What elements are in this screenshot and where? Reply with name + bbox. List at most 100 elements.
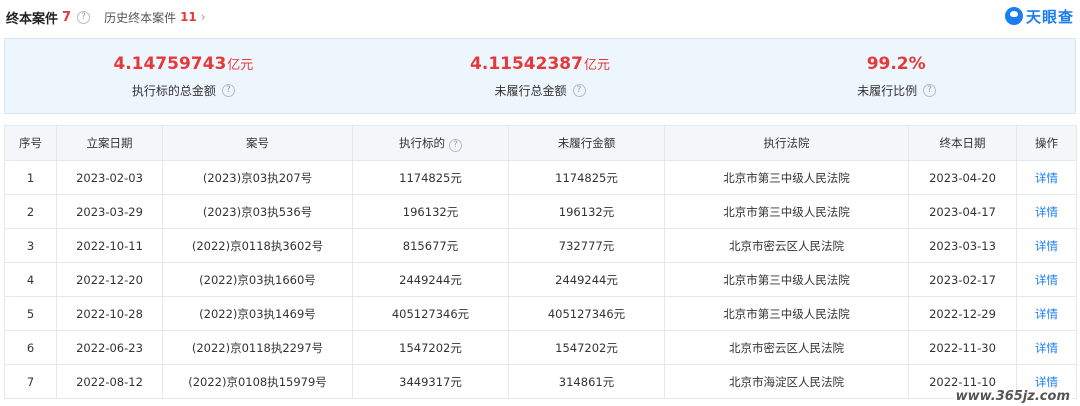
col-header-unfulfilled-amount: 未履行金额 (508, 125, 665, 161)
col-header-case-no: 案号 (162, 125, 353, 161)
cell-target-amount: 815677元 (352, 228, 509, 263)
col-header-index: 序号 (4, 125, 57, 161)
cell-target-amount: 2449244元 (352, 262, 509, 297)
cell-case-no: (2022)京03执1469号 (162, 296, 353, 331)
cell-court: 北京市密云区人民法院 (664, 228, 909, 263)
watermark: www.365jz.com (953, 389, 1072, 404)
details-link[interactable]: 详情 (1016, 330, 1077, 365)
table-row: 2 2023-03-29 (2023)京03执536号 196132元 196132元北… (4, 194, 1077, 229)
tab-history-count: 11 (180, 10, 197, 24)
cell-final-date: 2022-12-29 (908, 296, 1017, 331)
stat-label: 未履行总金额 (494, 83, 567, 98)
details-link[interactable]: 详情 (1016, 296, 1077, 331)
details-link[interactable]: 详情 (1016, 262, 1077, 297)
stat-value: 4.14759743 (113, 53, 227, 74)
stat-value: 4.11542387 (470, 53, 583, 74)
details-link[interactable]: 详情 (1016, 160, 1077, 195)
col-header-court: 执行法院 (664, 125, 909, 161)
table-header-row: 序号 立案日期 案号 执行标的? 未履行金额 执行法院 终本日期 操作 (4, 125, 1077, 161)
cell-filing-date: 2023-03-29 (56, 194, 163, 229)
cell-case-no: (2023)京03执207号 (162, 160, 353, 195)
cell-index: 3 (4, 228, 57, 263)
cell-final-date: 2022-11-30 (908, 330, 1017, 365)
cell-target-amount: 3449317元 (352, 364, 509, 399)
col-header-action: 操作 (1016, 125, 1077, 161)
logo-text: 天眼查 (1025, 7, 1074, 26)
cell-court: 北京市第三中级人民法院 (664, 160, 909, 195)
tab-final-cases-count: 7 (62, 9, 72, 25)
cell-final-date: 2023-02-17 (908, 262, 1017, 297)
cell-filing-date: 2022-12-20 (56, 262, 163, 297)
cell-index: 5 (4, 296, 57, 331)
col-header-filing-date: 立案日期 (56, 125, 163, 161)
tab-final-cases-label: 终本案件 (6, 11, 59, 27)
cell-final-date: 2023-04-20 (908, 160, 1017, 195)
table-row: 5 2022-10-28 (2022)京03执1469号 405127346元 4051… (4, 296, 1077, 331)
cell-filing-date: 2022-08-12 (56, 364, 163, 399)
cell-target-amount: 1174825元 (352, 160, 509, 195)
cell-court: 北京市密云区人民法院 (664, 330, 909, 365)
help-icon[interactable]: ? (221, 83, 235, 97)
tab-history-label: 历史终本案件 (104, 10, 177, 25)
tab-final-cases[interactable]: 终本案件 7 ? (6, 8, 91, 27)
col-header-final-date: 终本日期 (908, 125, 1017, 161)
summary-panel: 4.14759743 亿元 执行标的总金额 ? 4.11542387 亿元 未履… (4, 38, 1076, 114)
cell-final-date: 2023-03-13 (908, 228, 1017, 263)
cell-case-no: (2022)京0118执2297号 (162, 330, 353, 365)
tab-history-final-cases[interactable]: 历史终本案件 11 › (104, 9, 206, 26)
cell-unfulfilled-amount: 405127346元 (508, 296, 665, 331)
cell-case-no: (2022)京0118执3602号 (162, 228, 353, 263)
cell-unfulfilled-amount: 732777元 (508, 228, 665, 263)
cell-final-date: 2023-04-17 (908, 194, 1017, 229)
stat-unfulfilled-ratio: 99.2% 未履行比例 ? (718, 39, 1075, 113)
details-link[interactable]: 详情 (1016, 194, 1077, 229)
cell-filing-date: 2022-10-11 (56, 228, 163, 263)
logo-icon (1004, 7, 1023, 25)
cell-case-no: (2022)京0108执15979号 (162, 364, 353, 399)
help-icon[interactable]: ? (449, 138, 462, 152)
cell-court: 北京市第三中级人民法院 (664, 194, 909, 229)
cell-target-amount: 1547202元 (352, 330, 509, 365)
cell-unfulfilled-amount: 196132元 (508, 194, 665, 229)
details-link[interactable]: 详情 (1016, 228, 1077, 263)
cell-filing-date: 2023-02-03 (56, 160, 163, 195)
cell-index: 1 (4, 160, 57, 195)
stat-unit: 亿元 (227, 57, 254, 73)
final-cases-table: 序号 立案日期 案号 执行标的? 未履行金额 执行法院 终本日期 操作 1 202… (4, 125, 1077, 399)
table-row: 4 2022-12-20 (2022)京03执1660号 2449244元 244924… (4, 262, 1077, 297)
help-icon[interactable]: ? (77, 10, 91, 24)
cell-court: 北京市海淀区人民法院 (664, 364, 909, 399)
cell-court: 北京市第三中级人民法院 (664, 296, 909, 331)
chevron-right-icon: › (200, 10, 206, 24)
stat-unit: 亿元 (583, 57, 610, 73)
stat-value: 99.2% (866, 53, 926, 74)
col-header-target-amount: 执行标的? (352, 125, 509, 161)
cell-index: 7 (4, 364, 57, 399)
cell-index: 6 (4, 330, 57, 365)
stat-total-unfulfilled: 4.11542387 亿元 未履行总金额 ? (362, 39, 719, 113)
table-row: 6 2022-06-23 (2022)京0118执2297号 1547202元 1547… (4, 330, 1077, 365)
table-row: 1 2023-02-03 (2023)京03执207号 1174825元 1174825… (4, 160, 1077, 195)
cell-filing-date: 2022-06-23 (56, 330, 163, 365)
stat-label: 未履行比例 (857, 83, 918, 98)
cell-court: 北京市第三中级人民法院 (664, 262, 909, 297)
cell-index: 2 (4, 194, 57, 229)
table-row: 7 2022-08-12 (2022)京0108执15979号 3449317元 314… (4, 364, 1077, 399)
cell-case-no: (2023)京03执536号 (162, 194, 353, 229)
cell-unfulfilled-amount: 1547202元 (508, 330, 665, 365)
logo: 天眼查 (1004, 5, 1074, 27)
table-row: 3 2022-10-11 (2022)京0118执3602号 815677元 73277… (4, 228, 1077, 263)
cell-unfulfilled-amount: 1174825元 (508, 160, 665, 195)
cell-target-amount: 405127346元 (352, 296, 509, 331)
cell-filing-date: 2022-10-28 (56, 296, 163, 331)
cell-index: 4 (4, 262, 57, 297)
cell-unfulfilled-amount: 2449244元 (508, 262, 665, 297)
header-tabs: 终本案件 7 ? 历史终本案件 11 › (6, 6, 206, 28)
help-icon[interactable]: ? (572, 83, 586, 97)
cell-target-amount: 196132元 (352, 194, 509, 229)
stat-label: 执行标的总金额 (131, 83, 216, 98)
cell-case-no: (2022)京03执1660号 (162, 262, 353, 297)
help-icon[interactable]: ? (923, 83, 937, 97)
stat-total-target: 4.14759743 亿元 执行标的总金额 ? (5, 39, 362, 113)
cell-unfulfilled-amount: 314861元 (508, 364, 665, 399)
